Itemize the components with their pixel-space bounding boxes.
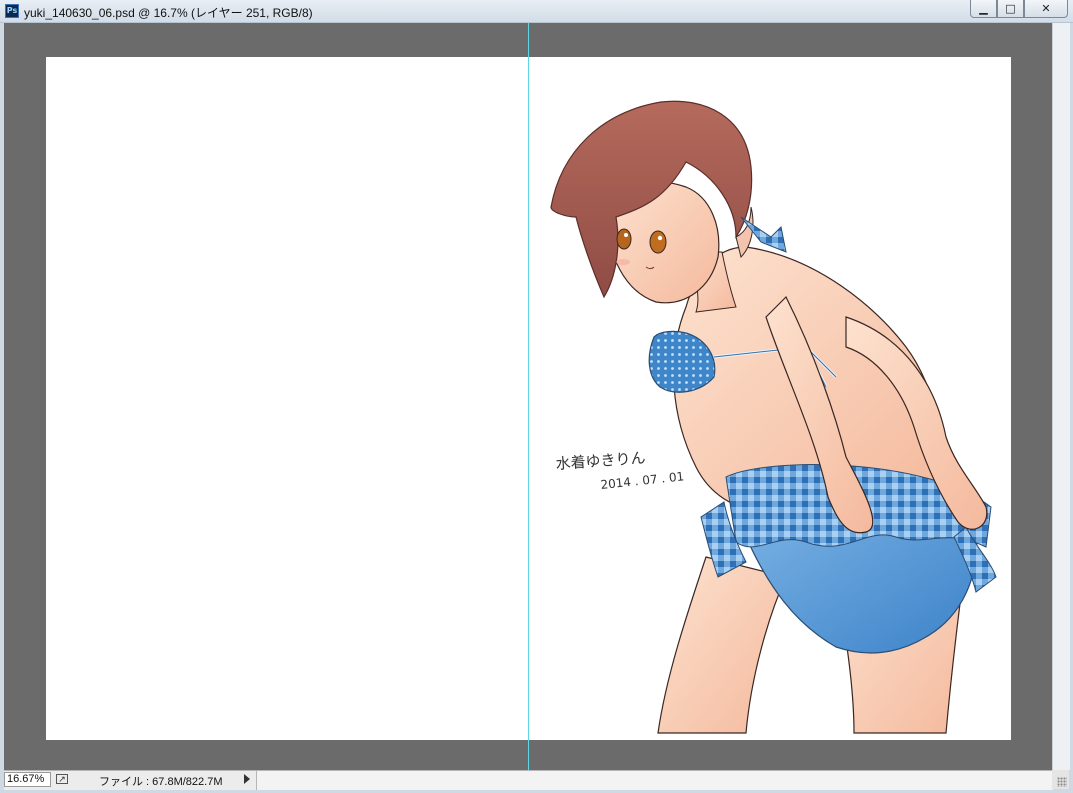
file-size-info: ファイル : 67.8M/822.7M: [99, 776, 223, 788]
artwork-signature: 水着ゆきりん: [555, 449, 646, 473]
status-bar: 16.67% ↗ ファイル : 67.8M/822.7M: [4, 770, 1053, 790]
artwork-date: 2014 . 07 . 01: [600, 469, 685, 492]
export-icon[interactable]: ↗: [56, 774, 68, 784]
close-button[interactable]: ✕: [1024, 0, 1068, 18]
horizontal-scrollbar[interactable]: [256, 771, 1053, 790]
photoshop-document-window: Ps yuki_140630_06.psd @ 16.7% (レイヤー 251,…: [0, 0, 1073, 793]
window-controls: ▁ □ ✕: [970, 0, 1068, 19]
photoshop-app-icon[interactable]: Ps: [5, 4, 19, 18]
vertical-scrollbar[interactable]: [1052, 23, 1070, 770]
resize-grip-icon[interactable]: [1052, 770, 1069, 789]
window-title: yuki_140630_06.psd @ 16.7% (レイヤー 251, RG…: [24, 6, 313, 20]
title-bar[interactable]: Ps yuki_140630_06.psd @ 16.7% (レイヤー 251,…: [0, 0, 1073, 23]
minimize-button[interactable]: ▁: [970, 0, 997, 18]
status-menu-arrow-icon[interactable]: [244, 774, 250, 784]
grip-dots: [1057, 777, 1067, 787]
zoom-level-field[interactable]: 16.67%: [4, 772, 51, 787]
maximize-button[interactable]: □: [997, 0, 1024, 18]
vertical-guide-line[interactable]: [528, 23, 529, 770]
